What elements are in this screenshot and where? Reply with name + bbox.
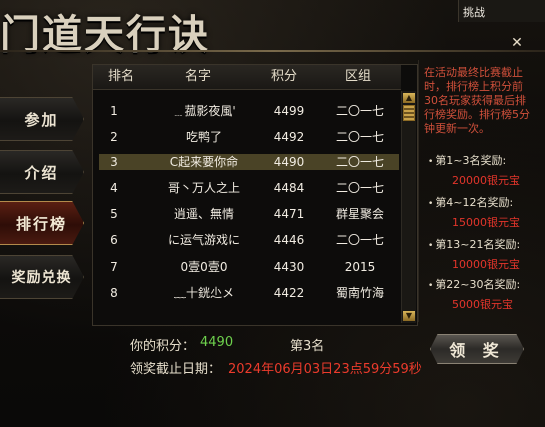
row-group: 二〇一七 [335, 181, 384, 195]
ranking-header: 排名 名字 积分 区组 [93, 65, 401, 90]
row-name: 哥丶万人之上 [167, 181, 240, 195]
header-rank: 排名 [107, 69, 134, 84]
reward-range: • 第1~3名奖励: [428, 154, 507, 167]
table-row[interactable]: 5 逍遥、無情 4471 群星聚会 [99, 206, 399, 222]
reward-range: • 第4~12名奖励: [428, 196, 514, 209]
row-score: 4484 [273, 181, 305, 195]
row-name: ﹍菰影夜風' [172, 104, 236, 118]
table-row-highlighted[interactable]: 3 C起来要你命 4490 二〇一七 [99, 154, 399, 170]
row-group: 二〇一七 [335, 233, 384, 247]
table-row[interactable]: 2 吃鸭了 4492 二〇一七 [99, 129, 399, 145]
ranking-panel: 排名 名字 积分 区组 1 ﹍菰影夜風' 4499 二〇一七 2 吃鸭了 449… [92, 64, 418, 326]
frame-divider [0, 50, 545, 52]
nav-reward-exchange-button[interactable]: 奖励兑换 [0, 255, 84, 299]
top-notice-challenge: 挑战 [463, 6, 485, 19]
row-rank: 5 [110, 207, 118, 221]
table-row[interactable]: 6 に运气游戏に 4446 二〇一七 [99, 232, 399, 248]
row-name: ﹏十銧尐メ [173, 286, 234, 300]
row-group: 二〇一七 [335, 155, 384, 169]
row-score: 4499 [273, 104, 305, 118]
ranking-scrollbar[interactable]: ▲ ▼ [401, 91, 416, 323]
nav-ranking-button[interactable]: 排行榜 [0, 201, 84, 245]
row-group: 群星聚会 [335, 207, 384, 221]
row-score: 4492 [273, 130, 305, 144]
row-score: 4471 [273, 207, 305, 221]
row-score: 4490 [273, 155, 305, 169]
claim-reward-button[interactable]: 领 奖 [430, 334, 524, 364]
top-notice[interactable]: … 挑战 [458, 0, 545, 22]
nav-join-button[interactable]: 参加 [0, 97, 84, 141]
reward-amount: 10000银元宝 [452, 258, 520, 271]
reward-amount: 20000银元宝 [452, 174, 520, 187]
row-group: 蜀南竹海 [335, 286, 384, 300]
row-rank: 1 [110, 104, 118, 118]
header-group: 区组 [344, 69, 371, 84]
header-score: 积分 [270, 69, 297, 84]
scroll-down-arrow-icon[interactable]: ▼ [403, 311, 415, 321]
row-rank: 2 [110, 130, 118, 144]
deadline-label: 领奖截止日期： [130, 362, 222, 377]
row-rank: 6 [110, 233, 118, 247]
row-score: 4446 [273, 233, 305, 247]
my-score-value: 4490 [200, 335, 234, 350]
row-group: 二〇一七 [335, 104, 384, 118]
table-row[interactable]: 7 0壹0壹0 4430 2015 [99, 259, 399, 275]
row-name: 0壹0壹0 [180, 260, 228, 274]
table-row[interactable]: 8 ﹏十銧尐メ 4422 蜀南竹海 [99, 285, 399, 301]
nav-intro-button[interactable]: 介绍 [0, 150, 84, 194]
row-rank: 7 [110, 260, 118, 274]
table-row[interactable]: 4 哥丶万人之上 4484 二〇一七 [99, 180, 399, 196]
deadline-value: 2024年06月03日23点59分59秒 [228, 362, 422, 377]
row-name: に运气游戏に [167, 233, 240, 247]
row-score: 4430 [273, 260, 305, 274]
event-rules-text: 在活动最终比赛截止时，排行榜上积分前30名玩家获得最后排行榜奖励。排行榜5分钟更… [424, 66, 530, 135]
table-row[interactable]: 1 ﹍菰影夜風' 4499 二〇一七 [99, 103, 399, 119]
row-group: 二〇一七 [335, 130, 384, 144]
close-icon[interactable]: ✕ [510, 36, 524, 50]
reward-range: • 第22~30名奖励: [428, 278, 521, 291]
row-name: 逍遥、無情 [173, 207, 234, 221]
reward-amount: 15000银元宝 [452, 216, 520, 229]
reward-amount: 5000银元宝 [452, 298, 513, 311]
row-rank: 8 [110, 286, 118, 300]
scroll-thumb[interactable] [403, 105, 415, 121]
row-rank: 4 [110, 181, 118, 195]
scroll-up-arrow-icon[interactable]: ▲ [403, 93, 415, 103]
row-name: 吃鸭了 [185, 130, 222, 144]
row-name: C起来要你命 [169, 155, 239, 169]
row-rank: 3 [110, 155, 118, 169]
row-score: 4422 [273, 286, 305, 300]
header-name: 名字 [184, 69, 211, 84]
reward-range: • 第13~21名奖励: [428, 238, 521, 251]
my-rank: 第3名 [290, 339, 325, 354]
my-score-label: 你的积分： [130, 339, 196, 354]
panel-divider [418, 60, 419, 322]
row-group: 2015 [344, 260, 376, 274]
